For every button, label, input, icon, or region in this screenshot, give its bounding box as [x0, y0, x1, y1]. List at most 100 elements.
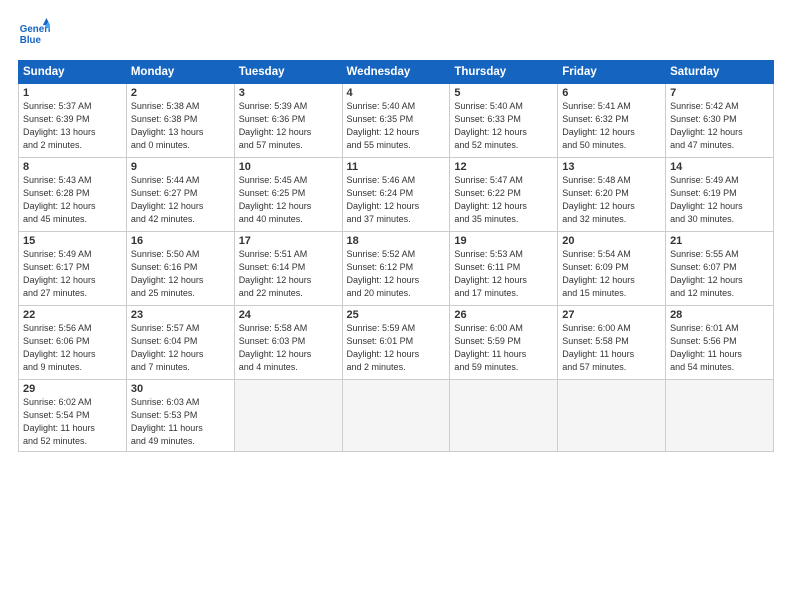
day-cell-12: 12Sunrise: 5:47 AM Sunset: 6:22 PM Dayli…: [450, 158, 558, 232]
day-cell-26: 26Sunrise: 6:00 AM Sunset: 5:59 PM Dayli…: [450, 306, 558, 380]
day-number: 11: [347, 161, 446, 173]
day-number: 15: [23, 235, 122, 247]
day-info: Sunrise: 5:58 AM Sunset: 6:03 PM Dayligh…: [239, 322, 338, 374]
empty-cell: [234, 380, 342, 452]
day-info: Sunrise: 5:53 AM Sunset: 6:11 PM Dayligh…: [454, 248, 553, 300]
logo-icon: General Blue: [18, 18, 50, 50]
day-number: 4: [347, 87, 446, 99]
weekday-header-sunday: Sunday: [19, 61, 127, 84]
day-info: Sunrise: 5:38 AM Sunset: 6:38 PM Dayligh…: [131, 100, 230, 152]
day-number: 28: [670, 309, 769, 321]
day-number: 17: [239, 235, 338, 247]
day-info: Sunrise: 5:41 AM Sunset: 6:32 PM Dayligh…: [562, 100, 661, 152]
page: General Blue SundayMondayTuesdayWednesda…: [0, 0, 792, 612]
weekday-header-thursday: Thursday: [450, 61, 558, 84]
day-cell-10: 10Sunrise: 5:45 AM Sunset: 6:25 PM Dayli…: [234, 158, 342, 232]
weekday-header-saturday: Saturday: [666, 61, 774, 84]
day-number: 12: [454, 161, 553, 173]
day-number: 6: [562, 87, 661, 99]
day-info: Sunrise: 5:59 AM Sunset: 6:01 PM Dayligh…: [347, 322, 446, 374]
weekday-header-wednesday: Wednesday: [342, 61, 450, 84]
day-number: 23: [131, 309, 230, 321]
day-cell-9: 9Sunrise: 5:44 AM Sunset: 6:27 PM Daylig…: [126, 158, 234, 232]
weekday-header-row: SundayMondayTuesdayWednesdayThursdayFrid…: [19, 61, 774, 84]
day-info: Sunrise: 5:51 AM Sunset: 6:14 PM Dayligh…: [239, 248, 338, 300]
day-info: Sunrise: 6:03 AM Sunset: 5:53 PM Dayligh…: [131, 396, 230, 448]
day-number: 10: [239, 161, 338, 173]
day-number: 22: [23, 309, 122, 321]
day-cell-17: 17Sunrise: 5:51 AM Sunset: 6:14 PM Dayli…: [234, 232, 342, 306]
day-number: 8: [23, 161, 122, 173]
day-cell-22: 22Sunrise: 5:56 AM Sunset: 6:06 PM Dayli…: [19, 306, 127, 380]
day-cell-19: 19Sunrise: 5:53 AM Sunset: 6:11 PM Dayli…: [450, 232, 558, 306]
weekday-header-tuesday: Tuesday: [234, 61, 342, 84]
day-cell-1: 1Sunrise: 5:37 AM Sunset: 6:39 PM Daylig…: [19, 84, 127, 158]
day-cell-30: 30Sunrise: 6:03 AM Sunset: 5:53 PM Dayli…: [126, 380, 234, 452]
day-info: Sunrise: 5:55 AM Sunset: 6:07 PM Dayligh…: [670, 248, 769, 300]
day-cell-24: 24Sunrise: 5:58 AM Sunset: 6:03 PM Dayli…: [234, 306, 342, 380]
empty-cell: [666, 380, 774, 452]
day-cell-25: 25Sunrise: 5:59 AM Sunset: 6:01 PM Dayli…: [342, 306, 450, 380]
day-number: 18: [347, 235, 446, 247]
day-info: Sunrise: 5:44 AM Sunset: 6:27 PM Dayligh…: [131, 174, 230, 226]
day-info: Sunrise: 5:52 AM Sunset: 6:12 PM Dayligh…: [347, 248, 446, 300]
day-cell-29: 29Sunrise: 6:02 AM Sunset: 5:54 PM Dayli…: [19, 380, 127, 452]
day-number: 5: [454, 87, 553, 99]
day-info: Sunrise: 5:47 AM Sunset: 6:22 PM Dayligh…: [454, 174, 553, 226]
day-cell-11: 11Sunrise: 5:46 AM Sunset: 6:24 PM Dayli…: [342, 158, 450, 232]
day-info: Sunrise: 5:40 AM Sunset: 6:35 PM Dayligh…: [347, 100, 446, 152]
calendar-row-3: 15Sunrise: 5:49 AM Sunset: 6:17 PM Dayli…: [19, 232, 774, 306]
day-cell-28: 28Sunrise: 6:01 AM Sunset: 5:56 PM Dayli…: [666, 306, 774, 380]
day-cell-7: 7Sunrise: 5:42 AM Sunset: 6:30 PM Daylig…: [666, 84, 774, 158]
day-cell-23: 23Sunrise: 5:57 AM Sunset: 6:04 PM Dayli…: [126, 306, 234, 380]
day-cell-16: 16Sunrise: 5:50 AM Sunset: 6:16 PM Dayli…: [126, 232, 234, 306]
day-cell-8: 8Sunrise: 5:43 AM Sunset: 6:28 PM Daylig…: [19, 158, 127, 232]
calendar-row-5: 29Sunrise: 6:02 AM Sunset: 5:54 PM Dayli…: [19, 380, 774, 452]
day-number: 19: [454, 235, 553, 247]
day-number: 30: [131, 383, 230, 395]
day-cell-5: 5Sunrise: 5:40 AM Sunset: 6:33 PM Daylig…: [450, 84, 558, 158]
day-number: 9: [131, 161, 230, 173]
day-info: Sunrise: 5:46 AM Sunset: 6:24 PM Dayligh…: [347, 174, 446, 226]
weekday-header-monday: Monday: [126, 61, 234, 84]
day-cell-20: 20Sunrise: 5:54 AM Sunset: 6:09 PM Dayli…: [558, 232, 666, 306]
day-info: Sunrise: 5:49 AM Sunset: 6:19 PM Dayligh…: [670, 174, 769, 226]
day-number: 16: [131, 235, 230, 247]
day-cell-3: 3Sunrise: 5:39 AM Sunset: 6:36 PM Daylig…: [234, 84, 342, 158]
day-info: Sunrise: 6:00 AM Sunset: 5:58 PM Dayligh…: [562, 322, 661, 374]
svg-text:Blue: Blue: [20, 35, 42, 46]
day-number: 26: [454, 309, 553, 321]
calendar-row-1: 1Sunrise: 5:37 AM Sunset: 6:39 PM Daylig…: [19, 84, 774, 158]
calendar-row-4: 22Sunrise: 5:56 AM Sunset: 6:06 PM Dayli…: [19, 306, 774, 380]
day-info: Sunrise: 5:37 AM Sunset: 6:39 PM Dayligh…: [23, 100, 122, 152]
day-info: Sunrise: 5:57 AM Sunset: 6:04 PM Dayligh…: [131, 322, 230, 374]
day-info: Sunrise: 5:49 AM Sunset: 6:17 PM Dayligh…: [23, 248, 122, 300]
day-cell-27: 27Sunrise: 6:00 AM Sunset: 5:58 PM Dayli…: [558, 306, 666, 380]
day-cell-21: 21Sunrise: 5:55 AM Sunset: 6:07 PM Dayli…: [666, 232, 774, 306]
day-cell-13: 13Sunrise: 5:48 AM Sunset: 6:20 PM Dayli…: [558, 158, 666, 232]
day-info: Sunrise: 5:56 AM Sunset: 6:06 PM Dayligh…: [23, 322, 122, 374]
day-info: Sunrise: 5:42 AM Sunset: 6:30 PM Dayligh…: [670, 100, 769, 152]
day-cell-6: 6Sunrise: 5:41 AM Sunset: 6:32 PM Daylig…: [558, 84, 666, 158]
calendar: SundayMondayTuesdayWednesdayThursdayFrid…: [18, 60, 774, 452]
header: General Blue: [18, 18, 774, 50]
day-cell-14: 14Sunrise: 5:49 AM Sunset: 6:19 PM Dayli…: [666, 158, 774, 232]
empty-cell: [450, 380, 558, 452]
day-info: Sunrise: 5:39 AM Sunset: 6:36 PM Dayligh…: [239, 100, 338, 152]
logo: General Blue: [18, 18, 50, 50]
day-info: Sunrise: 5:43 AM Sunset: 6:28 PM Dayligh…: [23, 174, 122, 226]
day-number: 7: [670, 87, 769, 99]
day-number: 24: [239, 309, 338, 321]
day-cell-2: 2Sunrise: 5:38 AM Sunset: 6:38 PM Daylig…: [126, 84, 234, 158]
day-info: Sunrise: 5:54 AM Sunset: 6:09 PM Dayligh…: [562, 248, 661, 300]
day-cell-4: 4Sunrise: 5:40 AM Sunset: 6:35 PM Daylig…: [342, 84, 450, 158]
day-info: Sunrise: 5:45 AM Sunset: 6:25 PM Dayligh…: [239, 174, 338, 226]
day-info: Sunrise: 5:48 AM Sunset: 6:20 PM Dayligh…: [562, 174, 661, 226]
day-number: 21: [670, 235, 769, 247]
day-cell-18: 18Sunrise: 5:52 AM Sunset: 6:12 PM Dayli…: [342, 232, 450, 306]
empty-cell: [342, 380, 450, 452]
empty-cell: [558, 380, 666, 452]
calendar-row-2: 8Sunrise: 5:43 AM Sunset: 6:28 PM Daylig…: [19, 158, 774, 232]
day-cell-15: 15Sunrise: 5:49 AM Sunset: 6:17 PM Dayli…: [19, 232, 127, 306]
day-info: Sunrise: 6:02 AM Sunset: 5:54 PM Dayligh…: [23, 396, 122, 448]
